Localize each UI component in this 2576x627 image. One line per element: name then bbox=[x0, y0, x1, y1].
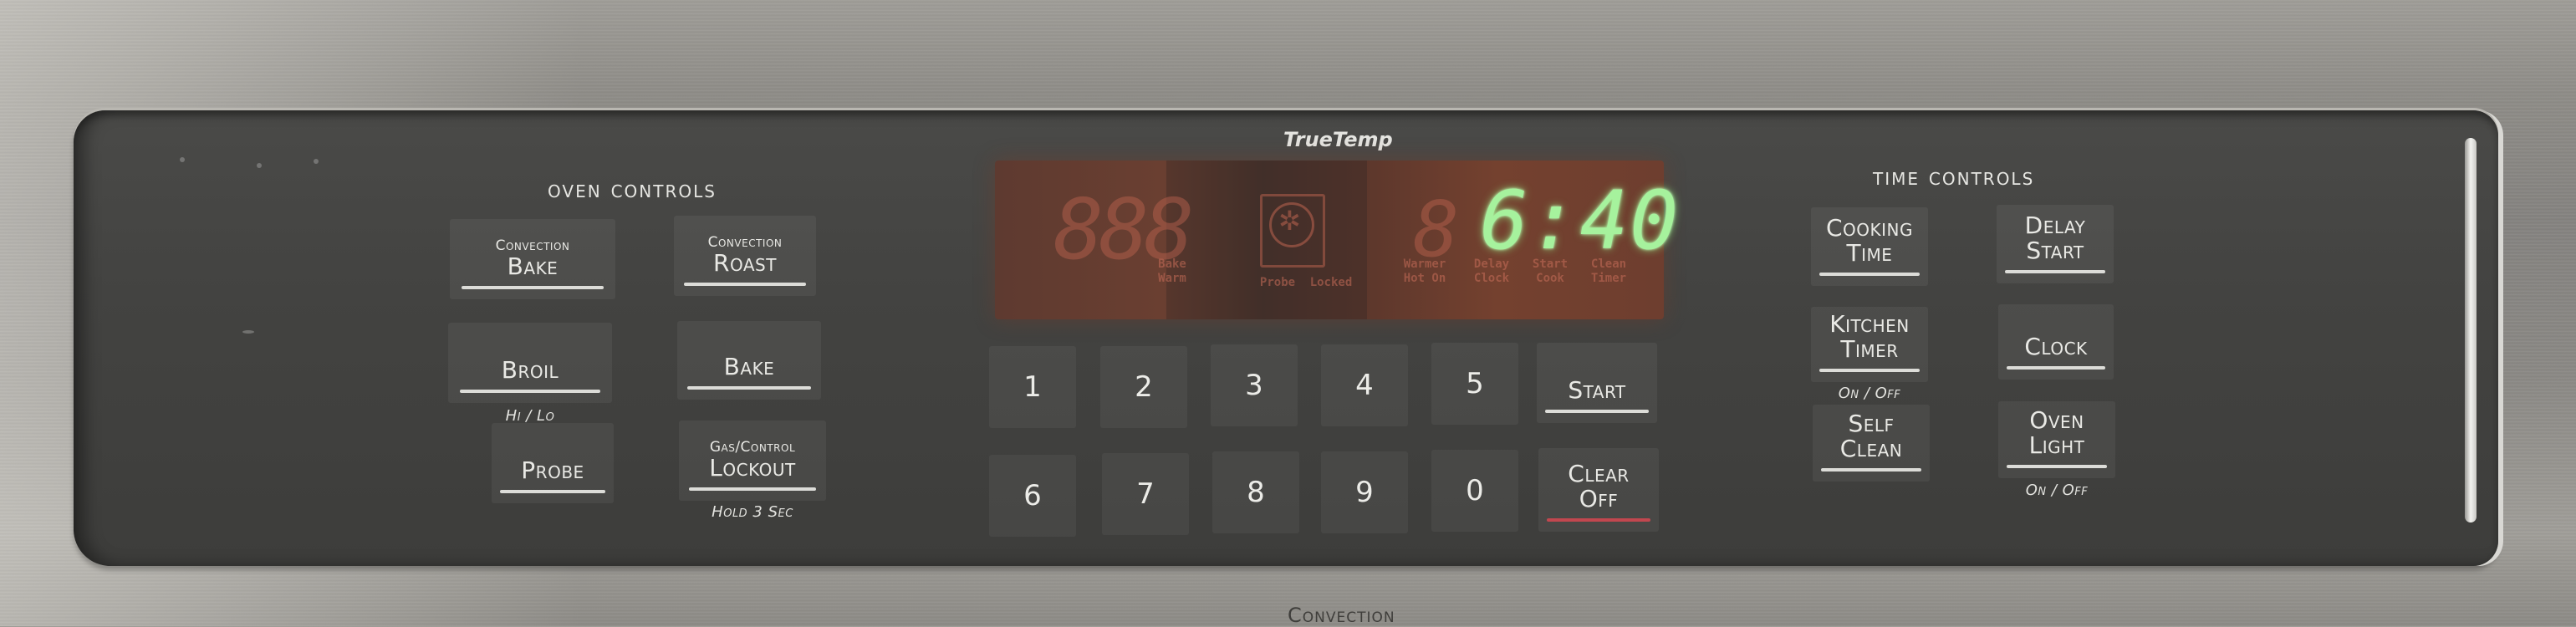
button-underline-red bbox=[1547, 518, 1650, 522]
bake-button[interactable]: Bake bbox=[677, 321, 821, 400]
button-label: Start bbox=[1568, 376, 1626, 404]
button-underline bbox=[683, 283, 807, 286]
key-8[interactable]: 8 bbox=[1212, 451, 1299, 533]
dust-speck bbox=[242, 330, 254, 334]
button-small-label: Gas/Control bbox=[709, 439, 796, 456]
broil-hi-lo-label: Hi / Lo bbox=[505, 407, 555, 425]
delay-start-button[interactable]: Delay Start bbox=[1997, 205, 2114, 283]
button-label: Clear bbox=[1568, 460, 1630, 487]
button-label: Lockout bbox=[709, 454, 796, 482]
convection-roast-button[interactable]: Convection Roast bbox=[674, 216, 816, 296]
button-label: Delay bbox=[2024, 212, 2086, 239]
dust-speck bbox=[180, 157, 185, 162]
clock-button[interactable]: Clock bbox=[1998, 304, 2114, 380]
display-label-line: Timer bbox=[1590, 272, 1627, 285]
oven-controls-heading: Oven Controls bbox=[548, 176, 717, 203]
start-button[interactable]: Start bbox=[1537, 343, 1657, 423]
display-label-line: Bake bbox=[1158, 257, 1186, 271]
gas-control-lockout-button[interactable]: Gas/Control Lockout bbox=[679, 421, 826, 501]
button-underline bbox=[687, 386, 811, 390]
display-label-probe: Probe bbox=[1259, 276, 1296, 289]
button-underline bbox=[1819, 369, 1921, 372]
dust-speck bbox=[314, 159, 319, 164]
button-label: Self bbox=[1848, 410, 1895, 437]
clock-readout: 6:40 bbox=[1480, 174, 1681, 268]
kitchen-timer-on-off-label: On / Off bbox=[1838, 385, 1901, 402]
button-underline bbox=[461, 286, 604, 289]
cooking-time-button[interactable]: Cooking Time bbox=[1811, 207, 1928, 286]
display-label-line: Hot On bbox=[1403, 272, 1446, 285]
button-underline bbox=[500, 490, 605, 493]
kitchen-timer-button[interactable]: Kitchen Timer bbox=[1811, 307, 1928, 382]
display-label-warmer: Warmer Hot On bbox=[1395, 257, 1455, 286]
key-3[interactable]: 3 bbox=[1211, 344, 1298, 426]
button-underline bbox=[1820, 468, 1922, 472]
button-label: Probe bbox=[521, 456, 584, 484]
panel-chrome-edge bbox=[2465, 138, 2477, 522]
button-label: Off bbox=[1579, 485, 1619, 512]
oven-light-on-off-label: On / Off bbox=[2025, 482, 2089, 499]
key-6[interactable]: 6 bbox=[989, 455, 1076, 537]
button-label: Bake bbox=[507, 252, 559, 280]
button-label: Light bbox=[2028, 431, 2085, 459]
button-label: Oven bbox=[2029, 406, 2084, 434]
dust-speck bbox=[257, 163, 262, 168]
key-0[interactable]: 0 bbox=[1431, 450, 1518, 532]
convection-bake-button[interactable]: Convection Bake bbox=[450, 219, 615, 299]
key-9[interactable]: 9 bbox=[1321, 451, 1408, 533]
button-underline bbox=[1819, 273, 1921, 276]
button-underline bbox=[1545, 410, 1649, 413]
button-label: Cooking bbox=[1825, 214, 1913, 242]
convection-model-label: Convection bbox=[1288, 604, 1395, 627]
display-label-line: Clock bbox=[1473, 272, 1510, 285]
broil-button[interactable]: Broil bbox=[448, 323, 612, 403]
key-1[interactable]: 1 bbox=[989, 346, 1076, 428]
key-2[interactable]: 2 bbox=[1100, 346, 1187, 428]
time-controls-heading: Time Controls bbox=[1873, 163, 2035, 191]
oven-light-button[interactable]: Oven Light bbox=[1998, 401, 2115, 478]
button-label: Broil bbox=[501, 356, 559, 384]
button-small-label: Convection bbox=[495, 237, 570, 254]
key-5[interactable]: 5 bbox=[1431, 343, 1518, 425]
key-4[interactable]: 4 bbox=[1321, 344, 1408, 426]
button-underline bbox=[689, 487, 816, 491]
button-label: Time bbox=[1846, 239, 1893, 267]
display-label-line: Warmer bbox=[1403, 257, 1446, 271]
button-label: Bake bbox=[723, 353, 775, 380]
button-label: Clock bbox=[2024, 333, 2088, 360]
clear-off-button[interactable]: Clear Off bbox=[1538, 448, 1659, 532]
self-clean-button[interactable]: Self Clean bbox=[1813, 405, 1930, 482]
button-label: Kitchen bbox=[1829, 310, 1910, 338]
display-label-line: Warm bbox=[1158, 272, 1186, 285]
button-label: Timer bbox=[1840, 335, 1899, 363]
button-small-label: Convection bbox=[707, 234, 783, 251]
button-label: Roast bbox=[713, 249, 777, 277]
key-7[interactable]: 7 bbox=[1102, 453, 1189, 535]
convection-fan-icon bbox=[1269, 202, 1314, 247]
button-label: Clean bbox=[1839, 435, 1903, 462]
probe-button[interactable]: Probe bbox=[492, 423, 614, 503]
button-label: Start bbox=[2026, 237, 2084, 264]
lockout-hold-label: Hold 3 Sec bbox=[712, 503, 793, 521]
button-underline bbox=[2006, 366, 2106, 370]
button-underline bbox=[2006, 465, 2108, 468]
truetemp-logo: TrueTemp bbox=[1283, 128, 1393, 151]
display-label-locked: Locked bbox=[1309, 276, 1353, 289]
button-underline bbox=[2004, 270, 2106, 273]
display-label-bake-warm: Bake Warm bbox=[1147, 257, 1197, 286]
display-label-line: Cook bbox=[1536, 272, 1564, 285]
button-underline bbox=[459, 390, 601, 393]
